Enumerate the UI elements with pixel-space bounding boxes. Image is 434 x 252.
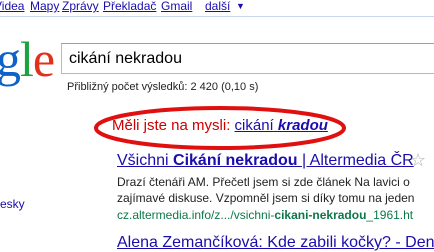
star-icon[interactable]: ☆ <box>410 150 426 171</box>
sidebar-link-cesky[interactable]: esky <box>0 197 25 211</box>
result-1-url: cz.altermedia.info/z.../vsichni-cikani-n… <box>117 208 414 222</box>
did-you-mean-label: Měli jste na mysli: <box>112 117 231 134</box>
result-2-title[interactable]: Alena Zemančíková: Kde zabili kočky? - D… <box>117 234 434 252</box>
result-1-snippet-line-2: zajímavé diskuse. Vzpomněl jsem si díky … <box>117 191 415 205</box>
result-1-title[interactable]: Všichni Cikání nekradou | Altermedia ČR <box>117 152 414 170</box>
did-you-mean: Měli jste na mysli: cikání kradou <box>112 117 328 134</box>
result-1-snippet-line-1: Drazí čtenáři AM. Přečetl jsem si zde čl… <box>117 175 410 189</box>
did-you-mean-suggestion[interactable]: cikání kradou <box>235 117 328 134</box>
